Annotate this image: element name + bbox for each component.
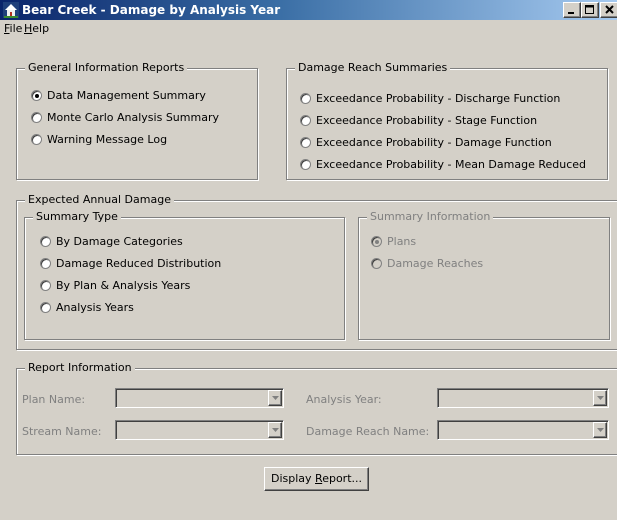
report-information-group: Report Information <box>16 361 617 455</box>
display-report-button[interactable]: Display Report... <box>264 467 369 491</box>
radio-label: Damage Reduced Distribution <box>56 257 222 270</box>
radio-unchecked-icon <box>300 159 311 170</box>
radio-label: Warning Message Log <box>47 133 168 146</box>
radio-label: By Plan & Analysis Years <box>56 279 191 292</box>
menu-help[interactable]: Help <box>24 22 49 35</box>
chevron-down-icon[interactable] <box>268 390 282 406</box>
radio-unchecked-icon <box>40 280 51 291</box>
radio-label: Analysis Years <box>56 301 134 314</box>
house-chart-icon <box>3 2 19 18</box>
radio-plans[interactable]: Plans <box>371 234 416 249</box>
radio-unchecked-icon <box>31 112 42 123</box>
radio-label: Plans <box>387 235 417 248</box>
plan-name-label: Plan Name: <box>22 393 86 406</box>
damage-reach-legend: Damage Reach Summaries <box>295 61 451 74</box>
analysis-year-label: Analysis Year: <box>306 393 382 406</box>
radio-unchecked-icon <box>300 137 311 148</box>
menu-file[interactable]: File <box>4 22 22 35</box>
damage-reach-name-combo[interactable] <box>437 420 609 440</box>
plan-name-combo[interactable] <box>115 388 284 408</box>
minimize-icon[interactable] <box>563 2 581 18</box>
analysis-year-combo[interactable] <box>437 388 609 408</box>
radio-unchecked-icon <box>40 236 51 247</box>
summary-information-legend: Summary Information <box>367 210 494 223</box>
radio-unchecked-icon <box>40 258 51 269</box>
radio-ep-mean-damage-reduced[interactable]: Exceedance Probability - Mean Damage Red… <box>300 157 586 172</box>
report-information-legend: Report Information <box>25 361 135 374</box>
radio-by-damage-categories[interactable]: By Damage Categories <box>40 234 183 249</box>
radio-monte-carlo-analysis-summary[interactable]: Monte Carlo Analysis Summary <box>31 110 219 125</box>
radio-warning-message-log[interactable]: Warning Message Log <box>31 132 167 147</box>
radio-unchecked-icon <box>371 258 382 269</box>
radio-label: Exceedance Probability - Mean Damage Red… <box>316 158 587 171</box>
radio-label: Exceedance Probability - Damage Function <box>316 136 552 149</box>
menu-file-label: ile <box>9 22 23 35</box>
maximize-icon[interactable] <box>581 2 599 18</box>
chevron-down-icon[interactable] <box>593 422 607 438</box>
damage-reach-group: Damage Reach Summaries Exceedance Probab… <box>286 61 608 180</box>
display-report-label-rest: eport... <box>322 472 362 485</box>
radio-label: Exceedance Probability - Stage Function <box>316 114 538 127</box>
radio-unchecked-icon <box>40 302 51 313</box>
radio-unchecked-icon <box>300 93 311 104</box>
general-info-group: General Information Reports Data Managem… <box>16 61 258 180</box>
damage-reach-name-label: Damage Reach Name: <box>306 425 430 438</box>
radio-data-management-summary[interactable]: Data Management Summary <box>31 88 206 103</box>
menu-bar: File Help <box>0 20 617 38</box>
radio-label: Data Management Summary <box>47 89 206 102</box>
radio-ep-damage-function[interactable]: Exceedance Probability - Damage Function <box>300 135 552 150</box>
summary-information-group: Summary Information Plans Damage Reaches <box>358 210 610 340</box>
radio-analysis-years[interactable]: Analysis Years <box>40 300 134 315</box>
radio-ep-discharge-function[interactable]: Exceedance Probability - Discharge Funct… <box>300 91 560 106</box>
chevron-down-icon[interactable] <box>593 390 607 406</box>
general-info-legend: General Information Reports <box>25 61 188 74</box>
title-bar[interactable]: Bear Creek - Damage by Analysis Year <box>0 0 617 20</box>
radio-damage-reaches[interactable]: Damage Reaches <box>371 256 483 271</box>
radio-by-plan-analysis-years[interactable]: By Plan & Analysis Years <box>40 278 190 293</box>
summary-type-legend: Summary Type <box>33 210 121 223</box>
summary-type-group: Summary Type By Damage Categories Damage… <box>24 210 345 340</box>
radio-checked-icon <box>31 90 42 101</box>
radio-unchecked-icon <box>300 115 311 126</box>
radio-label: Damage Reaches <box>387 257 484 270</box>
radio-label: Monte Carlo Analysis Summary <box>47 111 219 124</box>
radio-ep-stage-function[interactable]: Exceedance Probability - Stage Function <box>300 113 537 128</box>
window-title: Bear Creek - Damage by Analysis Year <box>22 3 281 17</box>
menu-help-label: elp <box>32 22 50 35</box>
stream-name-combo[interactable] <box>115 420 284 440</box>
radio-checked-icon <box>371 236 382 247</box>
chevron-down-icon[interactable] <box>268 422 282 438</box>
radio-unchecked-icon <box>31 134 42 145</box>
stream-name-label: Stream Name: <box>22 425 102 438</box>
radio-damage-reduced-distribution[interactable]: Damage Reduced Distribution <box>40 256 221 271</box>
display-report-label: Display <box>270 472 316 485</box>
radio-label: Exceedance Probability - Discharge Funct… <box>316 92 561 105</box>
expected-annual-damage-legend: Expected Annual Damage <box>25 193 174 206</box>
radio-label: By Damage Categories <box>56 235 183 248</box>
close-icon[interactable] <box>600 2 617 18</box>
